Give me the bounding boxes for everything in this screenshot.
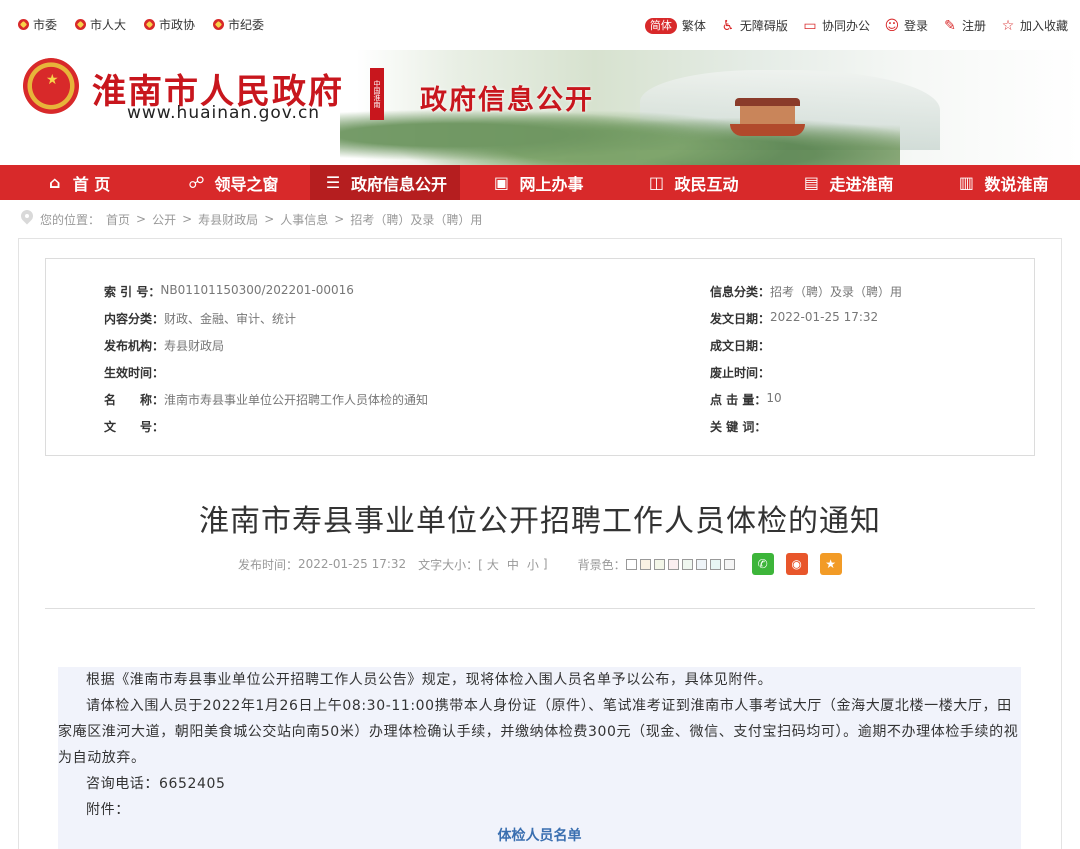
paragraph-phone: 咨询电话：6652405 — [86, 776, 226, 792]
language-switch: 简体 繁体 — [644, 17, 706, 34]
toolbar: 简体 繁体 ♿ 无障碍版 ▭ 协同办公 ☺ 登录 ✎ 注册 ☆ 加入收藏 — [644, 17, 1068, 34]
top-link-party-committee[interactable]: 市委 — [18, 16, 57, 33]
article-body: 根据《淮南市寿县事业单位公开招聘工作人员公告》规定，现将体检入围人员名单予以公布… — [58, 667, 1021, 849]
weibo-icon[interactable]: ◉ — [785, 553, 808, 575]
top-link-discipline[interactable]: 市纪委 — [213, 16, 264, 33]
people-icon: ☍ — [188, 173, 205, 192]
party-emblem-icon — [18, 19, 29, 30]
top-link-congress[interactable]: 市人大 — [75, 16, 126, 33]
nav-item-data-huainan[interactable]: ▥ 数说淮南 — [925, 165, 1080, 200]
party-emblem-icon — [144, 19, 156, 30]
seal-stamp: 中国淮南 — [370, 68, 384, 120]
meta-publish-date: 发文日期： 2022-01-25 17:32 — [710, 310, 879, 326]
paragraph-attachment: 附件： — [86, 802, 130, 818]
party-emblem-icon — [213, 19, 225, 30]
font-medium-button[interactable]: 中 — [507, 556, 519, 573]
document-icon: ☰ — [325, 173, 341, 192]
top-bar: 市委 市人大 市政协 市纪委 简体 繁体 ♿ 无障碍版 ▭ 协同办公 ☺ 登录 ✎ 注册… — [0, 0, 1080, 50]
meta-content-type: 内容分类： 财政、金融、审计、统计 — [104, 312, 297, 326]
chat-icon: ◫ — [648, 173, 665, 192]
meta-organization: 发布机构： 寿县财政局 — [104, 339, 225, 353]
bar-chart-icon: ▥ — [958, 173, 975, 192]
building-icon: ▤ — [803, 173, 820, 192]
font-small-button[interactable]: 小 — [527, 556, 539, 573]
bg-swatch-5[interactable] — [695, 558, 707, 570]
nav-item-about-huainan[interactable]: ▤ 走进淮南 — [770, 165, 925, 200]
section-name: 政府信息公开 — [420, 85, 594, 116]
nav-item-online-service[interactable]: ▣ 网上办事 — [460, 165, 615, 200]
breadcrumb-home[interactable]: 首页 — [106, 211, 130, 228]
meta-category: 信息分类： 招考（聘）及录（聘）用 — [710, 285, 903, 299]
favorite-star-icon[interactable]: ★ — [819, 553, 842, 575]
bg-swatch-6[interactable] — [709, 558, 721, 570]
bg-swatch-0[interactable] — [625, 558, 637, 570]
party-emblem-icon — [75, 19, 87, 30]
breadcrumb: 您的位置： 首页 > 公开 > 寿县财政局 > 人事信息 > 招考（聘）及录（聘）用 — [20, 210, 482, 228]
star-icon: ☆ — [1001, 17, 1015, 34]
divider — [45, 608, 1035, 609]
meta-index: 索 引 号： NB01101150300/202201-00016 — [104, 283, 354, 299]
bg-swatch-4[interactable] — [681, 558, 693, 570]
article-title: 淮南市寿县事业单位公开招聘工作人员体检的通知 — [199, 504, 881, 539]
nav-item-interaction[interactable]: ◫ 政民互动 — [615, 165, 770, 200]
meta-clicks: 点 击 量： 10 — [710, 391, 782, 407]
article-subinfo: 发布时间： 2022-01-25 17:32 文字大小：[ 大 中 小 ] 背景… — [238, 553, 842, 575]
monitor-icon: ▣ — [493, 173, 510, 192]
background-color-swatches — [625, 558, 738, 570]
meta-keywords: 关 键 词： — [710, 420, 767, 434]
nav-item-info-disclosure[interactable]: ☰ 政府信息公开 — [310, 165, 460, 200]
location-pin-icon — [20, 210, 34, 228]
bg-swatch-3[interactable] — [667, 558, 679, 570]
home-icon: ⌂ — [48, 173, 61, 192]
breadcrumb-hr-info[interactable]: 人事信息 — [280, 211, 328, 228]
site-domain: www.huainan.gov.cn — [127, 103, 321, 123]
font-large-button[interactable]: 大 — [487, 556, 499, 573]
wechat-icon[interactable]: ✆ — [751, 553, 774, 575]
meta-doc-number: 文 号： — [104, 420, 165, 434]
register-button[interactable]: ✎ 注册 — [942, 17, 986, 34]
simplified-button[interactable]: 简体 — [644, 17, 677, 34]
breadcrumb-department[interactable]: 寿县财政局 — [198, 211, 258, 228]
top-link-cppcc[interactable]: 市政协 — [144, 16, 195, 33]
edit-icon: ✎ — [944, 17, 956, 34]
national-emblem-icon[interactable] — [22, 58, 80, 120]
nav-item-leaders[interactable]: ☍ 领导之窗 — [155, 165, 310, 200]
favorite-button[interactable]: ☆ 加入收藏 — [1000, 17, 1068, 34]
header-banner: ★ 淮南市人民政府 www.huainan.gov.cn 中国淮南 政府信息公开 — [0, 50, 1080, 165]
meta-effective-time: 生效时间： — [104, 366, 165, 380]
bg-swatch-2[interactable] — [653, 558, 665, 570]
meta-name: 名 称： 淮南市寿县事业单位公开招聘工作人员体检的通知 — [104, 393, 429, 407]
wheelchair-icon: ♿ — [721, 17, 735, 34]
meta-expire-time: 废止时间： — [710, 366, 771, 380]
metadata-table: 索 引 号： NB01101150300/202201-00016 信息分类： 招考… — [45, 258, 1035, 456]
breadcrumb-recruitment[interactable]: 招考（聘）及录（聘）用 — [350, 211, 482, 228]
attachment-title: 体检人员名单 — [497, 828, 582, 844]
meta-form-date: 成文日期： — [710, 339, 771, 353]
paragraph-instructions: 请体检入围人员于2022年1月26日上午08:30-11:00携带本人身份证（原… — [58, 698, 1019, 766]
accessibility-button[interactable]: ♿ 无障碍版 — [720, 17, 788, 34]
login-button[interactable]: ☺ 登录 — [884, 17, 928, 34]
main-nav: ⌂ 首 页 ☍ 领导之窗 ☰ 政府信息公开 ▣ 网上办事 ◫ 政民互动 ▤ 走进淮南 ▥ 数说… — [0, 165, 1080, 200]
publish-time: 2022-01-25 17:32 — [298, 557, 407, 571]
user-icon: ☺ — [884, 17, 900, 34]
monitor-icon: ▭ — [803, 17, 817, 34]
bg-swatch-1[interactable] — [639, 558, 651, 570]
emblem-star-icon: ★ — [46, 72, 59, 88]
bg-swatch-7[interactable] — [723, 558, 735, 570]
top-links: 市委 市人大 市政协 市纪委 — [18, 16, 264, 33]
paragraph-intro: 根据《淮南市寿县事业单位公开招聘工作人员公告》规定，现将体检入围人员名单予以公布… — [86, 672, 773, 688]
nav-item-home[interactable]: ⌂ 首 页 — [0, 165, 155, 200]
boat-image — [730, 98, 805, 138]
traditional-button[interactable]: 繁体 — [682, 17, 706, 34]
breadcrumb-disclosure[interactable]: 公开 — [152, 211, 176, 228]
office-button[interactable]: ▭ 协同办公 — [802, 17, 870, 34]
